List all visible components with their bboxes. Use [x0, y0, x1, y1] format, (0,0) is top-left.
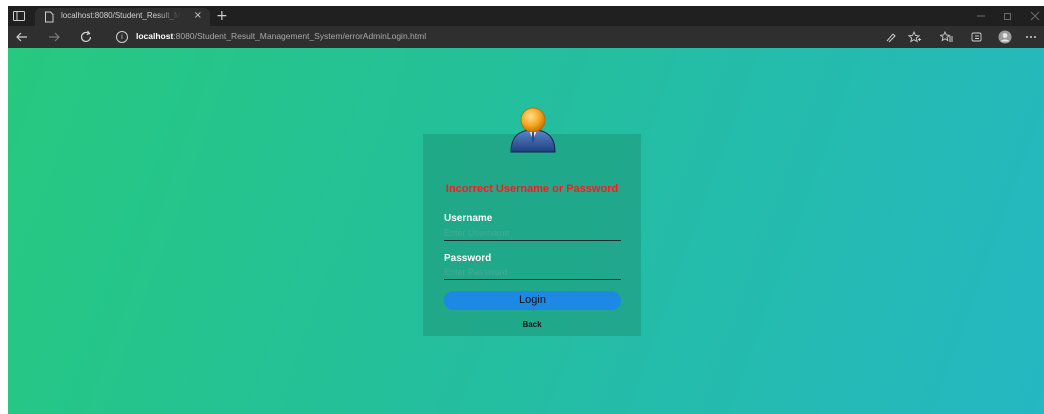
forward-arrow-icon[interactable]: [46, 29, 62, 45]
address-bar[interactable]: i localhost:8080/Student_Result_Manageme…: [108, 28, 898, 46]
back-arrow-icon[interactable]: [14, 29, 30, 45]
page-icon: [45, 11, 54, 23]
minimize-icon[interactable]: [976, 12, 986, 20]
password-input[interactable]: [444, 265, 621, 280]
info-icon[interactable]: i: [116, 31, 128, 43]
url-text[interactable]: localhost:8080/Student_Result_Management…: [136, 31, 426, 41]
favorites-icon[interactable]: [940, 31, 954, 43]
admin-avatar-icon: [510, 107, 556, 153]
new-tab-button[interactable]: +: [216, 7, 228, 25]
page-viewport: Incorrect Username or Password Username …: [8, 48, 1044, 414]
add-favorite-icon[interactable]: [908, 31, 922, 43]
refresh-icon[interactable]: [78, 29, 94, 45]
profile-icon[interactable]: [998, 30, 1012, 44]
tab-title: localhost:8080/Student_Result_M: [61, 11, 181, 20]
more-icon[interactable]: [1024, 31, 1038, 43]
username-label: Username: [444, 213, 493, 224]
read-aloud-icon[interactable]: [884, 31, 898, 43]
collections-icon[interactable]: [970, 31, 984, 43]
address-bar-row: i localhost:8080/Student_Result_Manageme…: [8, 26, 1044, 48]
error-message: Incorrect Username or Password: [445, 183, 619, 195]
password-label: Password: [444, 253, 492, 264]
login-button[interactable]: Login: [444, 291, 621, 310]
browser-tab[interactable]: localhost:8080/Student_Result_M ×: [35, 8, 210, 26]
tab-actions-icon[interactable]: [12, 10, 26, 22]
username-input[interactable]: [444, 226, 621, 241]
back-link[interactable]: Back: [423, 320, 641, 329]
browser-window: localhost:8080/Student_Result_M × + i lo…: [8, 6, 1044, 414]
close-window-icon[interactable]: [1030, 11, 1040, 21]
tab-close-icon[interactable]: ×: [194, 10, 202, 22]
tab-strip: localhost:8080/Student_Result_M × +: [8, 6, 1044, 26]
restore-icon[interactable]: [1003, 11, 1013, 21]
